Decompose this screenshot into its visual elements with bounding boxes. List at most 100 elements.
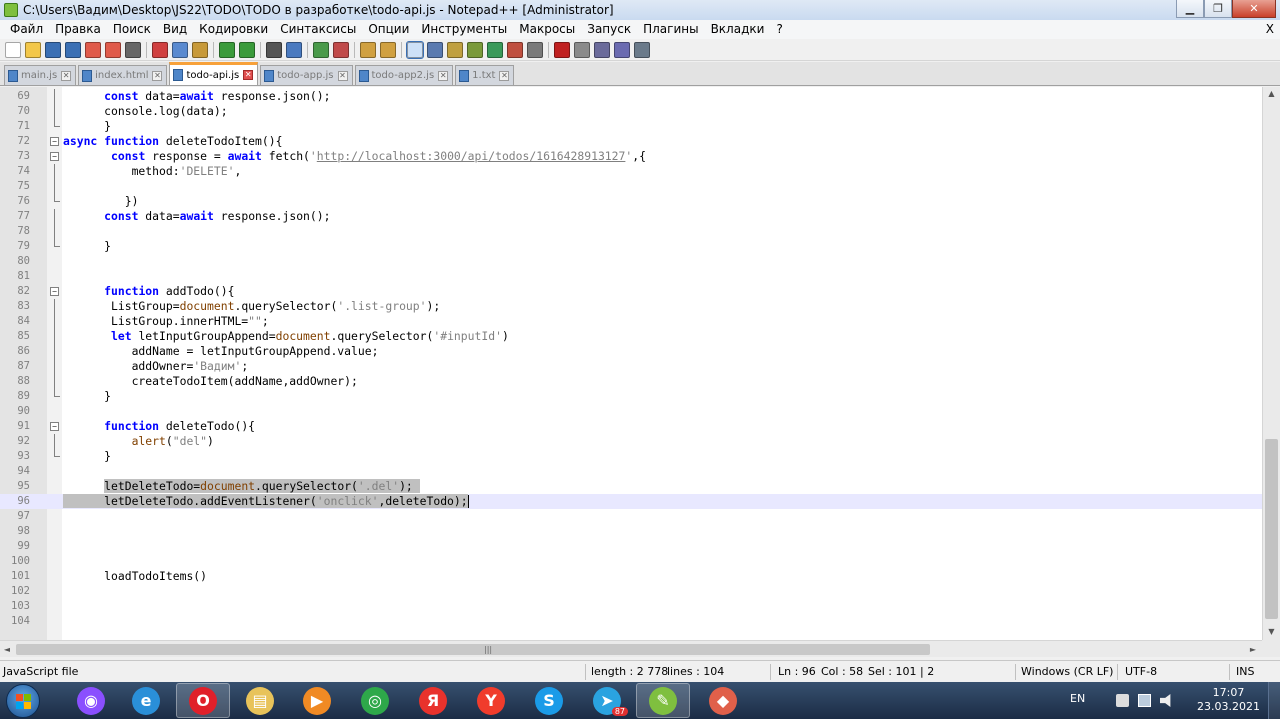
show-desktop-button[interactable] [1268, 682, 1280, 719]
taskbar-button-telegram[interactable]: ➤ 87 [580, 683, 634, 718]
tab-todo-api-js[interactable]: todo-api.js ✕ [169, 62, 259, 85]
save-macro-icon[interactable] [634, 41, 650, 58]
code-text[interactable]: letDeleteTodo.addEventListener('onclick'… [63, 494, 469, 509]
fold-toggle-icon[interactable]: − [50, 137, 59, 146]
taskbar-button-yandex-browser[interactable]: Y [464, 683, 518, 718]
close-document-button[interactable]: X [1266, 20, 1274, 39]
horizontal-scrollbar[interactable]: ◄ ||| ► [0, 640, 1262, 657]
scroll-right-arrow-icon[interactable]: ► [1246, 641, 1260, 658]
function-list-icon[interactable] [487, 41, 503, 58]
undo-icon[interactable] [219, 41, 235, 58]
menu-item-2[interactable]: Поиск [107, 20, 157, 39]
taskbar-button-file-explorer[interactable]: ▤ [233, 683, 287, 718]
menu-item-3[interactable]: Вид [157, 20, 193, 39]
scroll-down-arrow-icon[interactable]: ▼ [1263, 625, 1280, 639]
code-text[interactable]: createTodoItem(addName,addOwner); [63, 374, 358, 389]
zoom-out-icon[interactable] [333, 41, 349, 58]
cut-icon[interactable] [152, 41, 168, 58]
code-text[interactable]: }) [63, 194, 139, 209]
menu-item-11[interactable]: Вкладки [705, 20, 771, 39]
tab-close-icon[interactable]: ✕ [243, 70, 254, 80]
code-text[interactable]: } [63, 389, 111, 404]
paste-icon[interactable] [192, 41, 208, 58]
code-text[interactable]: } [63, 119, 111, 134]
run-macro-multiple-icon[interactable] [614, 41, 630, 58]
tab-1-txt[interactable]: 1.txt ✕ [455, 65, 515, 85]
close-window-button[interactable]: ✕ [1232, 0, 1276, 18]
taskbar-button-alice-assistant[interactable]: ◉ [64, 683, 118, 718]
language-indicator[interactable]: EN [1070, 692, 1085, 705]
taskbar-button-media-player[interactable]: ▶ [290, 683, 344, 718]
open-file-icon[interactable] [25, 41, 41, 58]
system-clock[interactable]: 17:07 23.03.2021 [1197, 686, 1260, 714]
menu-item-5[interactable]: Синтаксисы [274, 20, 362, 39]
copy-icon[interactable] [172, 41, 188, 58]
menu-item-6[interactable]: Опции [362, 20, 415, 39]
code-text[interactable]: } [63, 239, 111, 254]
code-text[interactable]: } [63, 449, 111, 464]
close-all-icon[interactable] [105, 41, 121, 58]
code-text[interactable]: ListGroup=document.querySelector('.list-… [63, 299, 440, 314]
tab-close-icon[interactable]: ✕ [61, 70, 72, 81]
start-button[interactable] [6, 684, 40, 718]
horizontal-scroll-thumb[interactable]: ||| [16, 644, 930, 655]
sync-vertical-icon[interactable] [360, 41, 376, 58]
close-icon[interactable] [85, 41, 101, 58]
print-icon[interactable] [125, 41, 141, 58]
vertical-scrollbar[interactable]: ▲ ▼ [1262, 87, 1280, 640]
code-text[interactable]: const response = await fetch('http://loc… [63, 149, 646, 164]
fold-toggle-icon[interactable]: − [50, 287, 59, 296]
play-macro-icon[interactable] [594, 41, 610, 58]
code-editor[interactable]: 69 const data=await response.json(); 70 c… [0, 87, 1262, 640]
code-text[interactable]: let letInputGroupAppend=document.querySe… [63, 329, 509, 344]
monitoring-icon[interactable] [527, 41, 543, 58]
maximize-button[interactable]: ❐ [1204, 0, 1232, 18]
menu-item-7[interactable]: Инструменты [415, 20, 513, 39]
taskbar-button-notepad-plus-plus[interactable]: ✎ [636, 683, 690, 718]
menu-item-0[interactable]: Файл [4, 20, 49, 39]
menu-item-9[interactable]: Запуск [581, 20, 637, 39]
menu-item-1[interactable]: Правка [49, 20, 107, 39]
code-text[interactable]: const data=await response.json(); [63, 89, 330, 104]
taskbar-button-chrome[interactable]: ◎ [348, 683, 402, 718]
code-text[interactable]: function addTodo(){ [63, 284, 234, 299]
tab-close-icon[interactable]: ✕ [438, 70, 449, 81]
scroll-left-arrow-icon[interactable]: ◄ [0, 641, 14, 658]
fold-toggle-icon[interactable]: − [50, 152, 59, 161]
tab-todo-app2-js[interactable]: todo-app2.js ✕ [354, 65, 454, 85]
tab-main-js[interactable]: main.js ✕ [4, 65, 77, 85]
minimize-button[interactable]: ▁ [1176, 0, 1204, 18]
tab-close-icon[interactable]: ✕ [499, 70, 510, 81]
taskbar-button-git[interactable]: ◆ [696, 683, 750, 718]
code-text[interactable]: method:'DELETE', [63, 164, 242, 179]
doc-map-icon[interactable] [467, 41, 483, 58]
code-text[interactable]: const data=await response.json(); [63, 209, 330, 224]
code-text[interactable]: ListGroup.innerHTML=""; [63, 314, 269, 329]
tab-todo-app-js[interactable]: todo-app.js ✕ [260, 65, 353, 85]
code-text[interactable]: function deleteTodo(){ [63, 419, 255, 434]
taskbar-button-skype[interactable]: S [522, 683, 576, 718]
zoom-in-icon[interactable] [313, 41, 329, 58]
menu-item-4[interactable]: Кодировки [193, 20, 274, 39]
taskbar-button-internet-explorer[interactable]: e [119, 683, 173, 718]
taskbar-button-yandex[interactable]: Я [406, 683, 460, 718]
code-text[interactable]: letDeleteTodo=document.querySelector('.d… [63, 479, 420, 494]
find-icon[interactable] [266, 41, 282, 58]
word-wrap-icon[interactable] [406, 40, 424, 59]
folder-workspace-icon[interactable] [507, 41, 523, 58]
sync-horizontal-icon[interactable] [380, 41, 396, 58]
code-text[interactable]: console.log(data); [63, 104, 227, 119]
code-text[interactable]: addOwner='Вадим'; [63, 359, 249, 374]
menu-item-8[interactable]: Макросы [513, 20, 581, 39]
save-icon[interactable] [45, 41, 61, 58]
vertical-scroll-thumb[interactable] [1265, 439, 1278, 619]
fold-toggle-icon[interactable]: − [50, 422, 59, 431]
code-text[interactable]: async function deleteTodoItem(){ [63, 134, 282, 149]
save-all-icon[interactable] [65, 41, 81, 58]
redo-icon[interactable] [239, 41, 255, 58]
action-center-flag-icon[interactable] [1116, 694, 1129, 707]
new-file-icon[interactable] [5, 41, 21, 58]
record-macro-icon[interactable] [554, 41, 570, 58]
show-all-chars-icon[interactable] [427, 41, 443, 58]
scroll-up-arrow-icon[interactable]: ▲ [1263, 87, 1280, 101]
